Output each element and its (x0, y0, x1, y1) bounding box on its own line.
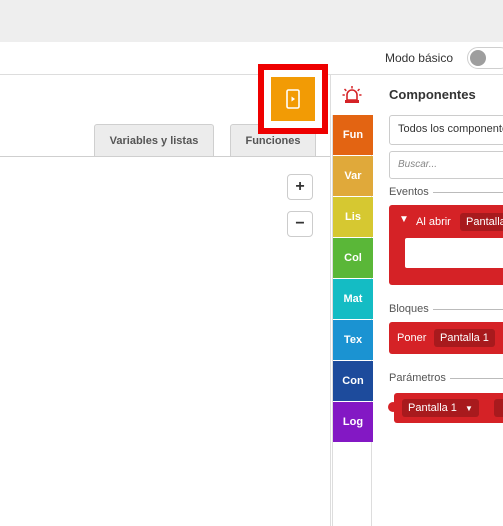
component-select[interactable]: Todos los componentes (389, 115, 503, 145)
section-bloques: Bloques (389, 303, 433, 315)
section-eventos: Eventos (389, 186, 433, 198)
screen-chip[interactable]: Pantalla 1 (460, 213, 503, 231)
zoom-out-button[interactable]: − (287, 211, 313, 237)
panel-divider (330, 75, 331, 526)
category-col[interactable]: Col (333, 238, 373, 278)
category-list: Fun Var Lis Col Mat Tex Con Log (332, 115, 373, 526)
event-slot (405, 238, 503, 268)
alarm-icon[interactable] (342, 85, 362, 105)
toggle-knob (470, 50, 486, 66)
chevron-down-icon: ▼ (464, 403, 473, 413)
category-lis[interactable]: Lis (333, 197, 373, 237)
block-poner[interactable]: Poner Pantalla 1 (389, 322, 503, 354)
modo-basico-label: Modo básico (384, 51, 453, 65)
section-divider (432, 192, 503, 193)
param-slot[interactable] (494, 399, 503, 417)
top-bar (0, 0, 503, 43)
section-parametros: Parámetros (389, 372, 450, 384)
tab-variables-y-listas[interactable]: Variables y listas (94, 124, 214, 156)
event-block-al-abrir[interactable]: ▼ Al abrir Pantalla 1 (389, 205, 503, 285)
category-mat[interactable]: Mat (333, 279, 373, 319)
category-con[interactable]: Con (333, 361, 373, 401)
block-parametro-pantalla[interactable]: Pantalla 1 ▼ (394, 393, 503, 423)
highlight-box (258, 64, 328, 134)
search-input[interactable]: Buscar... (389, 151, 503, 179)
event-label: Al abrir (416, 216, 451, 228)
category-tex[interactable]: Tex (333, 320, 373, 360)
modo-basico-toggle[interactable] (467, 47, 503, 69)
screen-chip[interactable]: Pantalla 1 (434, 329, 495, 347)
category-fun[interactable]: Fun (333, 115, 373, 155)
dropdown-label: Pantalla 1 (408, 402, 457, 414)
poner-label: Poner (397, 332, 427, 344)
section-divider (450, 378, 503, 379)
category-log[interactable]: Log (333, 402, 373, 442)
zoom-in-button[interactable]: + (287, 174, 313, 200)
screen-dropdown[interactable]: Pantalla 1 ▼ (402, 399, 479, 417)
options-bar: Modo básico (0, 42, 503, 75)
preview-button[interactable] (271, 77, 315, 121)
collapse-icon[interactable]: ▼ (399, 214, 409, 225)
section-divider (432, 309, 503, 310)
category-var[interactable]: Var (333, 156, 373, 196)
panel-title: Componentes (389, 87, 476, 102)
play-device-icon (286, 89, 300, 109)
